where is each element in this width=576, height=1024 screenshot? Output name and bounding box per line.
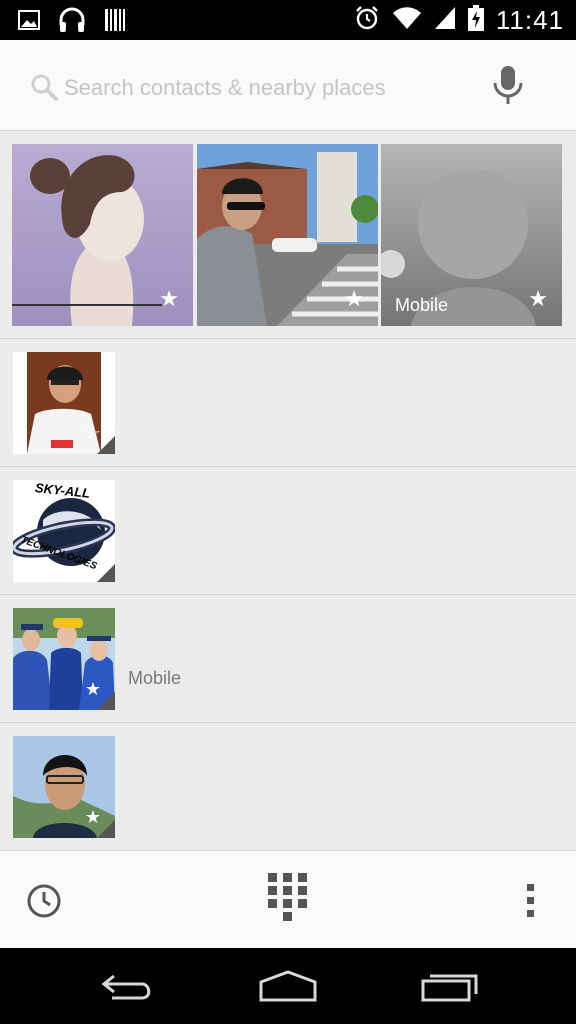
star-icon: ★ <box>84 679 101 699</box>
star-icon: ☆ <box>84 423 101 443</box>
contact-row[interactable]: ☆ <box>0 338 576 466</box>
back-icon[interactable] <box>100 970 156 1009</box>
contact-subtitle: Mobile <box>128 668 182 688</box>
favorite-tile[interactable]: ★ Mobile <box>381 144 562 326</box>
contact-row[interactable]: SKY-ALL TECHNOLOGIES <box>0 466 576 594</box>
wifi-icon <box>392 6 422 35</box>
contact-photo: SKY-ALL TECHNOLOGIES <box>13 480 115 582</box>
contact-photo: ☆ <box>13 352 115 454</box>
recents-clock-icon[interactable] <box>26 883 62 924</box>
headphones-icon <box>58 7 86 38</box>
favorite-tile[interactable]: ★ <box>197 144 378 326</box>
clock: 11:41 <box>495 5 564 35</box>
contact-photo: ★ <box>13 736 115 838</box>
battery-charging-icon <box>467 5 484 36</box>
star-icon: ★ <box>84 807 101 827</box>
overflow-menu-icon[interactable] <box>526 883 536 924</box>
bottom-action-bar <box>0 850 576 949</box>
search-icon <box>30 73 58 106</box>
contact-photo: ★ <box>13 608 115 710</box>
alarm-icon <box>354 5 380 36</box>
search-bar <box>0 40 576 131</box>
status-bar: 11:41 <box>0 0 576 40</box>
favorite-tile[interactable]: ★ <box>12 144 193 326</box>
home-icon[interactable] <box>258 970 318 1007</box>
favorite-label: Mobile <box>395 295 449 315</box>
star-icon: ★ <box>528 286 548 311</box>
image-notification-icon <box>18 9 40 36</box>
favorites-grid: ★ ★ ★ Mobile <box>12 144 564 326</box>
corner-marker <box>97 564 115 582</box>
dialpad-icon[interactable] <box>268 873 308 932</box>
contact-row[interactable]: ★ Mobile <box>0 594 576 722</box>
star-icon: ★ <box>159 286 179 311</box>
barcode-icon <box>104 8 126 37</box>
signal-icon <box>434 6 456 35</box>
microphone-icon[interactable] <box>490 64 526 108</box>
contact-row[interactable]: ★ <box>0 722 576 850</box>
star-icon: ★ <box>344 286 364 311</box>
search-input[interactable] <box>62 70 446 106</box>
navigation-bar <box>0 948 576 1024</box>
recent-apps-icon[interactable] <box>420 970 480 1007</box>
